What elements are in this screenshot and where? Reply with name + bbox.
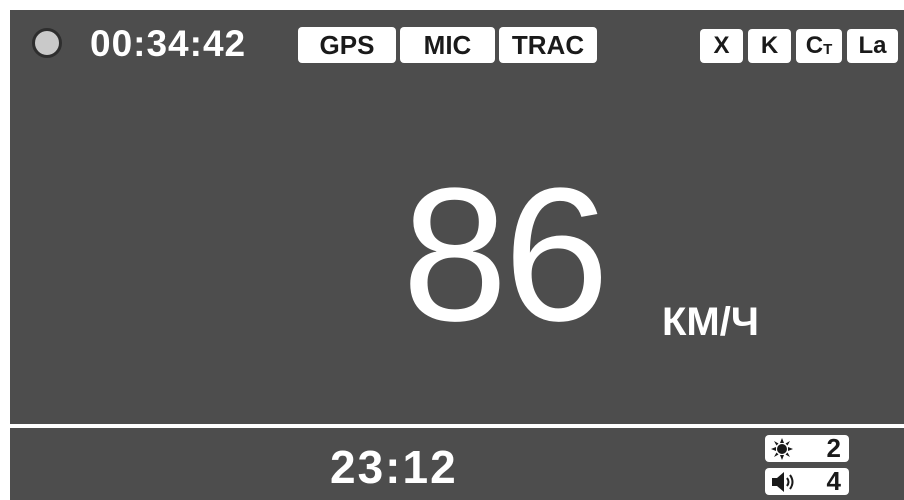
ct-badge-sub: T xyxy=(823,40,833,58)
ct-band-badge[interactable]: CT xyxy=(796,29,842,63)
brightness-control[interactable]: 2 xyxy=(765,433,849,463)
mic-badge[interactable]: MIC xyxy=(400,27,495,63)
volume-level: 4 xyxy=(826,466,841,496)
clock: 23:12 xyxy=(330,441,458,493)
record-indicator-icon[interactable] xyxy=(32,28,62,58)
laser-badge[interactable]: La xyxy=(847,29,898,63)
dashcam-screen: 00:34:42 GPS MIC TRAC X K CT La 86 КМ/Ч … xyxy=(10,10,904,500)
gps-badge[interactable]: GPS xyxy=(298,27,396,63)
divider xyxy=(10,424,904,428)
speed-value: 86 xyxy=(402,149,609,361)
k-band-badge[interactable]: K xyxy=(748,29,791,63)
recording-timer: 00:34:42 xyxy=(90,23,247,64)
x-band-badge[interactable]: X xyxy=(700,29,743,63)
brightness-level: 2 xyxy=(826,433,841,463)
brightness-icon xyxy=(771,437,793,460)
trac-badge[interactable]: TRAC xyxy=(499,27,597,63)
speaker-icon xyxy=(771,471,797,493)
volume-control[interactable]: 4 xyxy=(765,466,849,496)
speed-unit: КМ/Ч xyxy=(662,300,759,344)
ct-badge-main: C xyxy=(805,32,824,59)
